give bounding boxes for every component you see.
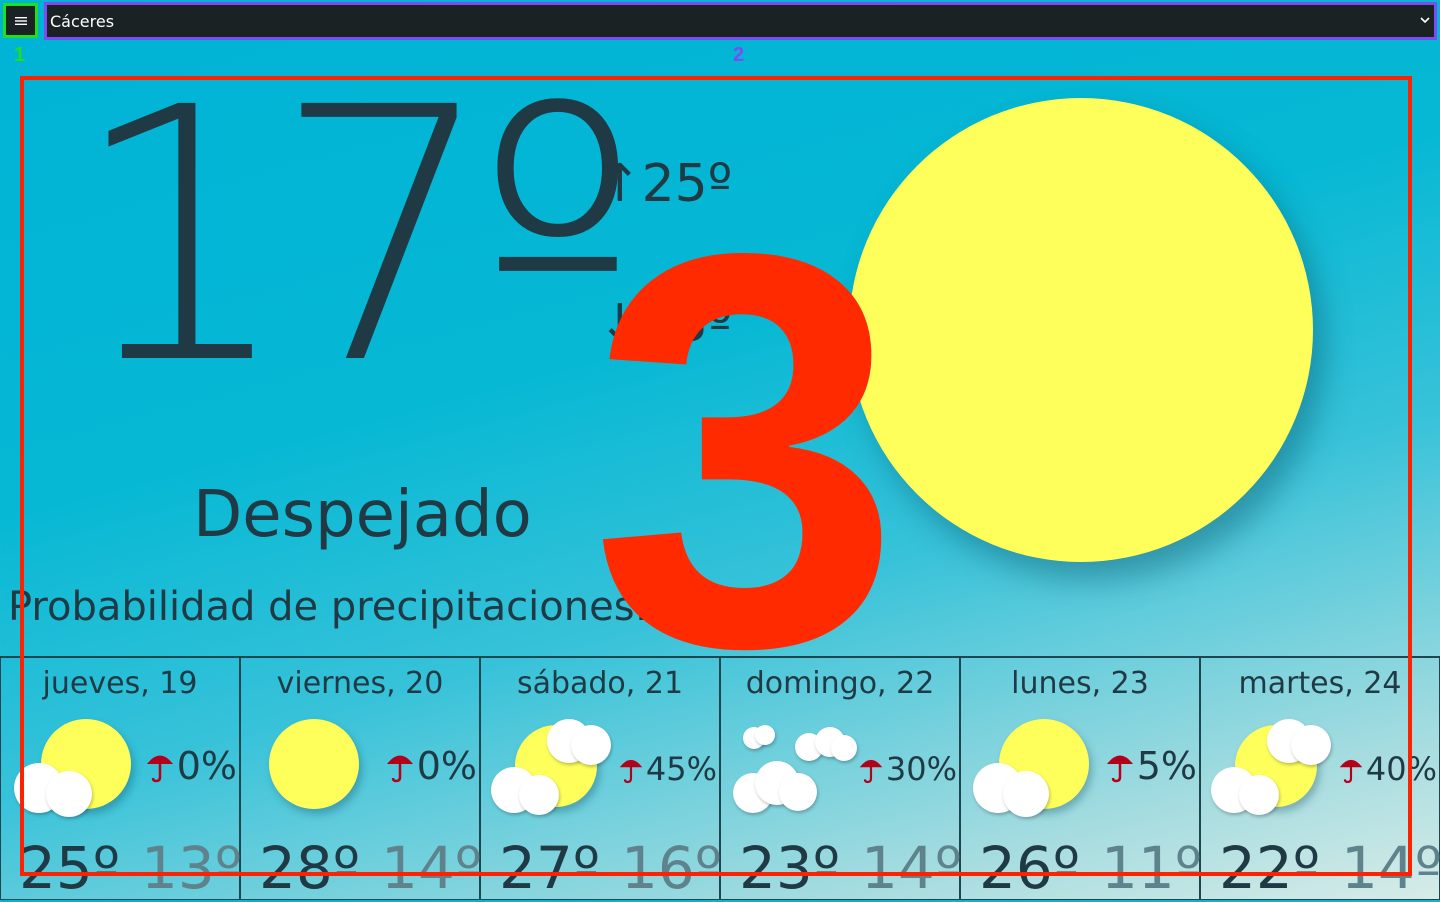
umbrella-icon: [1339, 759, 1363, 784]
sun-icon: [849, 98, 1313, 562]
forecast-precipitation: 5%: [1105, 744, 1197, 788]
precipitation-value: 0%: [662, 584, 726, 630]
forecast-low: 14º: [861, 834, 963, 902]
forecast-low: 13º: [141, 834, 243, 902]
forecast-day-name: jueves, 19: [42, 666, 198, 701]
hamburger-menu-button[interactable]: [3, 3, 38, 38]
sun-cloud-icon: [971, 713, 1099, 823]
forecast-day[interactable]: domingo, 22 30% 23º 14º: [720, 656, 963, 902]
precipitation-label: Probabilidad de precipitaciones:: [8, 584, 649, 630]
forecast-high: 27º: [499, 834, 601, 902]
current-low-temperature: ↓13º: [598, 294, 733, 354]
hamburger-icon: [14, 16, 27, 25]
forecast-high: 22º: [1219, 834, 1321, 902]
forecast-day[interactable]: jueves, 19 0% 25º 13º: [0, 656, 243, 902]
chevron-down-icon: [1420, 17, 1430, 24]
forecast-high: 23º: [739, 834, 841, 902]
forecast-precip-value: 30%: [885, 750, 957, 788]
sun-clouds-icon: [491, 713, 619, 823]
umbrella-icon: [1106, 755, 1133, 783]
sun-cloud-icon: [11, 713, 139, 823]
annotation-badge-1: 1: [14, 44, 26, 66]
sun-clouds-icon: [1211, 713, 1339, 823]
current-condition: Despejado: [193, 478, 532, 552]
forecast-precipitation: 45%: [618, 750, 717, 788]
forecast-strip: jueves, 19 0% 25º 13º viernes, 20 0% 28º…: [0, 656, 1440, 902]
forecast-precipitation: 0%: [385, 744, 477, 788]
forecast-precip-value: 0%: [176, 744, 237, 788]
forecast-precip-value: 5%: [1136, 744, 1197, 788]
forecast-high: 25º: [19, 834, 121, 902]
forecast-precip-value: 45%: [645, 750, 717, 788]
forecast-low: 16º: [621, 834, 723, 902]
forecast-day-name: sábado, 21: [516, 666, 684, 701]
current-temperature: 17º: [70, 33, 640, 441]
forecast-day[interactable]: lunes, 23 5% 26º 11º: [960, 656, 1203, 902]
current-high-temperature: ↑25º: [598, 154, 733, 214]
umbrella-icon: [146, 755, 173, 783]
forecast-precipitation: 40%: [1338, 750, 1437, 788]
forecast-low: 14º: [381, 834, 483, 902]
forecast-high: 28º: [259, 834, 361, 902]
forecast-low: 14º: [1341, 834, 1440, 902]
sun-icon: [251, 713, 379, 823]
forecast-day-name: martes, 24: [1238, 666, 1402, 701]
forecast-precip-value: 0%: [416, 744, 477, 788]
umbrella-icon: [619, 759, 643, 784]
current-precipitation: Probabilidad de precipitaciones: 0%: [8, 584, 726, 630]
forecast-precip-value: 40%: [1365, 750, 1437, 788]
forecast-precipitation: 30%: [858, 750, 957, 788]
forecast-day-name: domingo, 22: [745, 666, 935, 701]
forecast-day[interactable]: sábado, 21 45% 27º 16º: [480, 656, 723, 902]
city-selected-value: Cáceres: [50, 12, 115, 31]
forecast-precipitation: 0%: [145, 744, 237, 788]
forecast-low: 11º: [1101, 834, 1203, 902]
clouds-icon: [731, 713, 859, 823]
forecast-day[interactable]: viernes, 20 0% 28º 14º: [240, 656, 483, 902]
annotation-badge-2: 2: [733, 44, 745, 66]
umbrella-icon: [859, 759, 883, 784]
forecast-day[interactable]: martes, 24 40% 22º 14º: [1200, 656, 1440, 902]
umbrella-icon: [386, 755, 413, 783]
forecast-day-name: viernes, 20: [276, 666, 444, 701]
annotation-label-3: 3: [590, 137, 902, 763]
forecast-day-name: lunes, 23: [1011, 666, 1149, 701]
forecast-high: 26º: [979, 834, 1081, 902]
